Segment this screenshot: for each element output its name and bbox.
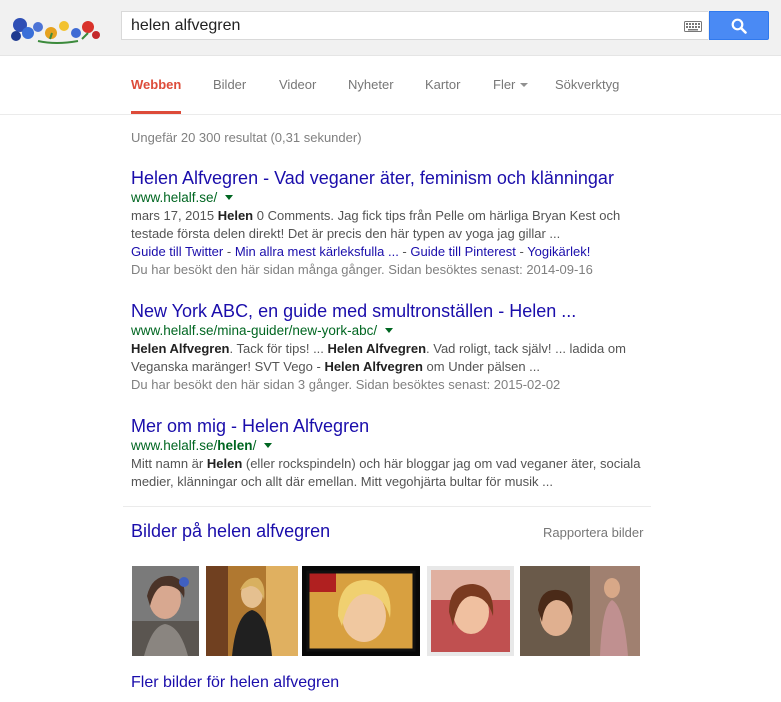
snippet-text: . Vad roligt, tack själv! ... ladida om	[426, 341, 626, 356]
result-title-link[interactable]: Helen Alfvegren - Vad veganer äter, femi…	[131, 167, 651, 189]
snippet-bold: Helen	[217, 208, 254, 223]
divider	[123, 506, 651, 507]
result-url-bold: helen	[217, 438, 253, 453]
snippet-bold: Helen Alfvegren	[327, 341, 427, 356]
sitelink[interactable]: Guide till Twitter	[131, 244, 223, 259]
images-heading-link[interactable]: Bilder på helen alfvegren	[131, 521, 330, 542]
sitelink[interactable]: Yogikärlek!	[527, 244, 590, 259]
snippet-text: 0 Comments. Jag fick tips från Pelle om …	[253, 208, 621, 223]
flower-doodle-logo[interactable]	[8, 11, 104, 47]
snippet-text: Mitt namn är	[131, 456, 207, 471]
report-images-link[interactable]: Rapportera bilder	[543, 525, 643, 540]
url-dropdown-icon[interactable]	[385, 327, 394, 333]
magnifier-icon	[731, 18, 747, 34]
snippet-bold: Helen Alfvegren	[324, 359, 423, 374]
tab-bilder[interactable]: Bilder	[213, 77, 246, 114]
snippet-bold: Helen Alfvegren	[131, 341, 230, 356]
image-thumbnail[interactable]	[427, 566, 514, 656]
result-stats: Ungefär 20 300 resultat (0,31 sekunder)	[131, 130, 362, 145]
snippet-text: testade första delen direkt! Det är prec…	[131, 226, 561, 241]
result-url-text: www.helalf.se/	[131, 190, 218, 205]
tab-fler[interactable]: Fler	[493, 77, 529, 114]
tab-fler-label: Fler	[493, 77, 516, 92]
url-dropdown-icon[interactable]	[264, 442, 273, 448]
result-url-text: www.helalf.se/	[131, 438, 218, 453]
tab-kartor[interactable]: Kartor	[425, 77, 460, 114]
result-url: www.helalf.se/	[131, 189, 651, 207]
image-thumbnail[interactable]	[132, 566, 199, 656]
result-title-link[interactable]: New York ABC, en guide med smultronställ…	[131, 300, 651, 322]
result-snippet: Mitt namn är Helen (eller rockspindeln) …	[131, 455, 651, 491]
search-button[interactable]	[709, 11, 769, 40]
snippet-text: mars 17, 2015	[131, 208, 218, 223]
search-box	[121, 11, 708, 40]
snippet-text: (eller rockspindeln) och här bloggar jag…	[242, 456, 641, 471]
sitelink[interactable]: Guide till Pinterest	[410, 244, 516, 259]
image-thumbnail[interactable]	[302, 566, 420, 656]
snippet-text: Veganska maränger! SVT Vego -	[131, 359, 325, 374]
tab-webben[interactable]: Webben	[131, 77, 182, 114]
url-dropdown-icon[interactable]	[225, 194, 234, 200]
result-title-link[interactable]: Mer om mig - Helen Alfvegren	[131, 415, 651, 437]
chevron-down-icon	[520, 82, 529, 87]
snippet-text: . Tack för tips! ...	[229, 341, 328, 356]
result-snippet: mars 17, 2015 Helen 0 Comments. Jag fick…	[131, 207, 651, 243]
more-images-link[interactable]: Fler bilder för helen alfvegren	[131, 674, 339, 692]
search-result: New York ABC, en guide med smultronställ…	[131, 300, 651, 394]
search-input[interactable]	[131, 15, 671, 37]
result-url-text: /	[252, 438, 257, 453]
visited-note: Du har besökt den här sidan många gånger…	[131, 262, 593, 277]
tab-nyheter[interactable]: Nyheter	[348, 77, 394, 114]
tab-sokverktyg[interactable]: Sökverktyg	[555, 77, 619, 114]
sitelinks: Guide till Twitter - Min allra mest kärl…	[131, 244, 591, 259]
snippet-text: om Under pälsen ...	[422, 359, 540, 374]
result-snippet: Helen Alfvegren. Tack för tips! ... Hele…	[131, 340, 651, 376]
tab-videor[interactable]: Videor	[279, 77, 316, 114]
search-result: Helen Alfvegren - Vad veganer äter, femi…	[131, 167, 651, 279]
visited-note: Du har besökt den här sidan 3 gånger. Si…	[131, 377, 561, 392]
search-result: Mer om mig - Helen Alfvegren www.helalf.…	[131, 415, 651, 491]
search-tabs: Webben Bilder Videor Nyheter Kartor Fler…	[0, 56, 781, 115]
sitelink[interactable]: Min allra mest kärleksfulla ...	[235, 244, 399, 259]
result-url-text: www.helalf.se/mina-guider/new-york-abc/	[131, 323, 378, 338]
top-bar	[0, 0, 781, 56]
image-thumbnail[interactable]	[206, 566, 298, 656]
keyboard-icon[interactable]	[684, 21, 702, 32]
result-url: www.helalf.se/mina-guider/new-york-abc/	[131, 322, 651, 340]
snippet-text: medier, klänningar och allt där emellan.…	[131, 474, 553, 489]
result-url: www.helalf.se/helen/	[131, 437, 651, 455]
snippet-bold: Helen	[206, 456, 243, 471]
image-thumbnail[interactable]	[520, 566, 640, 656]
